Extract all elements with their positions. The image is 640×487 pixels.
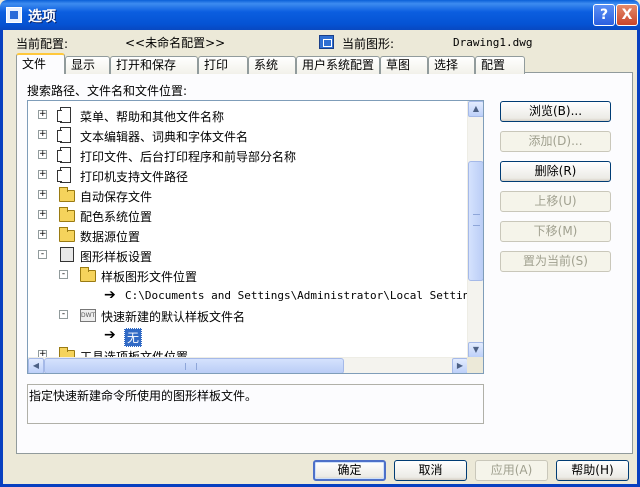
document-icon xyxy=(57,147,71,163)
tree-item[interactable]: + 打印文件、后台打印程序和前导部分名称 xyxy=(28,145,468,165)
tree-item-label: 图形样板设置 xyxy=(80,250,153,264)
scroll-down-button[interactable]: ▼ xyxy=(468,342,483,358)
horizontal-scrollbar[interactable]: ◀ ▶ xyxy=(28,357,468,373)
collapse-icon[interactable]: - xyxy=(59,310,68,319)
tree-item-label: 文本编辑器、词典和字体文件名 xyxy=(80,130,249,144)
document-icon xyxy=(57,107,71,123)
search-paths-label: 搜索路径、文件名和文件位置: xyxy=(27,84,188,98)
expand-icon[interactable]: + xyxy=(38,190,47,199)
arrow-icon: ➔ xyxy=(104,327,116,343)
tree-item-label: 打印文件、后台打印程序和前导部分名称 xyxy=(80,150,297,164)
browse-button[interactable]: 浏览(B)... xyxy=(500,101,611,122)
current-drawing-value: Drawing1.dwg xyxy=(453,36,533,49)
add-button[interactable]: 添加(D)... xyxy=(500,131,611,152)
tab-plot[interactable]: 打印 xyxy=(198,56,248,74)
tree-item[interactable]: + 自动保存文件 xyxy=(28,185,468,205)
vertical-scroll-thumb[interactable] xyxy=(468,161,483,281)
tree-item-path: C:\Documents and Settings\Administrator\… xyxy=(125,289,468,302)
tab-display[interactable]: 显示 xyxy=(65,56,110,74)
collapse-icon[interactable]: - xyxy=(38,250,47,259)
close-button[interactable]: X xyxy=(616,4,638,26)
dwt-icon: DWT xyxy=(80,309,96,322)
description-text: 指定快速新建命令所使用的图形样板文件。 xyxy=(29,389,258,403)
tab-user-prefs[interactable]: 用户系统配置 xyxy=(296,56,380,74)
app-icon xyxy=(6,7,22,23)
move-up-button[interactable]: 上移(U) xyxy=(500,191,611,212)
window-title: 选项 xyxy=(28,9,56,25)
set-current-button[interactable]: 置为当前(S) xyxy=(500,251,611,272)
tree-item-label: 配色系统位置 xyxy=(80,210,153,224)
drawing-icon xyxy=(319,35,334,49)
tree-item[interactable]: - 图形样板设置 xyxy=(28,245,468,265)
expand-icon[interactable]: + xyxy=(38,110,47,119)
expand-icon[interactable]: + xyxy=(38,210,47,219)
document-icon xyxy=(57,127,71,143)
tab-drafting[interactable]: 草图 xyxy=(380,56,428,74)
tree-item-label: 快速新建的默认样板文件名 xyxy=(101,310,246,324)
tree-item[interactable]: - 样板图形文件位置 xyxy=(28,265,468,285)
folder-icon xyxy=(59,227,75,242)
file-tree[interactable]: + 菜单、帮助和其他文件名称 + 文本编辑器、词典和字体文件名 + 打印文件、后… xyxy=(27,100,484,374)
vertical-scrollbar[interactable]: ▲ ▼ xyxy=(467,101,483,358)
help-footer-button[interactable]: 帮助(H) xyxy=(556,460,629,481)
tree-item-label: 自动保存文件 xyxy=(80,190,153,204)
help-button[interactable]: ? xyxy=(593,4,615,26)
tree-item-selected[interactable]: ➔ 无 xyxy=(28,325,468,347)
tree-item-label: 打印机支持文件路径 xyxy=(80,170,189,184)
arrow-icon: ➔ xyxy=(104,287,116,303)
tab-selection[interactable]: 选择 xyxy=(428,56,475,74)
tab-files[interactable]: 文件 xyxy=(16,53,65,74)
tab-open-save[interactable]: 打开和保存 xyxy=(110,56,198,74)
horizontal-scroll-thumb[interactable] xyxy=(44,358,344,373)
folder-icon xyxy=(59,187,75,202)
folder-icon xyxy=(80,267,96,282)
scroll-left-button[interactable]: ◀ xyxy=(28,358,44,373)
tree-item[interactable]: + 配色系统位置 xyxy=(28,205,468,225)
scroll-corner xyxy=(467,357,483,373)
apply-button[interactable]: 应用(A) xyxy=(475,460,548,481)
tree-item[interactable]: + 数据源位置 xyxy=(28,225,468,245)
tree-item[interactable]: + 菜单、帮助和其他文件名称 xyxy=(28,105,468,125)
delete-button[interactable]: 删除(R) xyxy=(500,161,611,182)
template-icon xyxy=(60,247,74,262)
grip-icon xyxy=(185,363,197,370)
expand-icon[interactable]: + xyxy=(38,150,47,159)
expand-icon[interactable]: + xyxy=(38,230,47,239)
tree-item[interactable]: - DWT 快速新建的默认样板文件名 xyxy=(28,305,468,325)
expand-icon[interactable]: + xyxy=(38,170,47,179)
expand-icon[interactable]: + xyxy=(38,130,47,139)
tree-item-label: 菜单、帮助和其他文件名称 xyxy=(80,110,225,124)
current-drawing-label: 当前图形: xyxy=(342,37,395,51)
tab-system[interactable]: 系统 xyxy=(248,56,296,74)
cancel-button[interactable]: 取消 xyxy=(394,460,467,481)
document-icon xyxy=(57,167,71,183)
collapse-icon[interactable]: - xyxy=(59,270,68,279)
tree-item[interactable]: + 打印机支持文件路径 xyxy=(28,165,468,185)
folder-icon xyxy=(59,207,75,222)
description-box: 指定快速新建命令所使用的图形样板文件。 xyxy=(27,384,484,424)
move-down-button[interactable]: 下移(M) xyxy=(500,221,611,242)
ok-button[interactable]: 确定 xyxy=(313,460,386,481)
tree-item-label: 样板图形文件位置 xyxy=(101,270,198,284)
tree-item[interactable]: + 文本编辑器、词典和字体文件名 xyxy=(28,125,468,145)
title-bar: 选项 ? X xyxy=(0,0,640,30)
scroll-up-button[interactable]: ▲ xyxy=(468,101,483,117)
tab-profiles[interactable]: 配置 xyxy=(475,56,525,74)
current-profile-label: 当前配置: xyxy=(16,37,69,51)
tree-item-label: 数据源位置 xyxy=(80,230,141,244)
scroll-right-button[interactable]: ▶ xyxy=(452,358,468,373)
tree-item[interactable]: ➔ C:\Documents and Settings\Administrato… xyxy=(28,285,468,305)
current-profile-value: <<未命名配置>> xyxy=(125,36,226,50)
grip-icon xyxy=(473,214,480,226)
